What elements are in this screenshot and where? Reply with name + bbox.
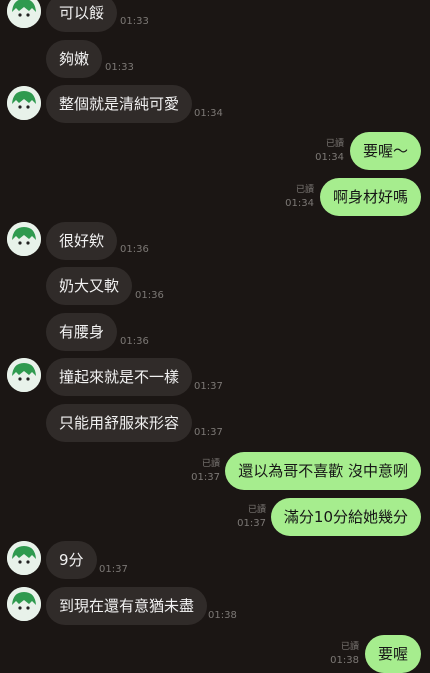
message-bubble[interactable]: 可以餒 (46, 0, 118, 32)
message-time: 01:34 (315, 152, 344, 163)
message-time: 01:37 (237, 518, 266, 529)
message-bubble[interactable]: 要喔 (364, 635, 421, 673)
message-time: 01:38 (330, 655, 359, 666)
avatar[interactable] (7, 86, 41, 120)
message-bubble[interactable]: 滿分10分給她幾分 (270, 498, 421, 536)
message-time: 01:34 (285, 198, 314, 209)
message-time: 01:36 (120, 336, 149, 347)
message-bubble[interactable]: 奶大又軟 (46, 267, 133, 305)
read-receipt: 已讀 (247, 505, 266, 515)
message-time: 01:37 (99, 564, 128, 575)
message-time: 01:38 (208, 610, 237, 621)
message-bubble[interactable]: 撞起來就是不一樣 (46, 358, 193, 396)
green-hair-avatar-icon (7, 86, 41, 120)
message-bubble[interactable]: 夠嫩 (46, 40, 103, 78)
message-bubble[interactable]: 到現在還有意猶未盡 (46, 587, 208, 625)
message-time: 01:37 (194, 427, 223, 438)
message-bubble[interactable]: 要喔～ (349, 132, 421, 170)
message-time: 01:33 (120, 16, 149, 27)
message-time: 01:37 (191, 472, 220, 483)
message-bubble[interactable]: 整個就是清純可愛 (46, 85, 193, 123)
message-time: 01:36 (135, 290, 164, 301)
message-time: 01:33 (105, 62, 134, 73)
avatar[interactable] (7, 358, 41, 392)
message-time: 01:34 (194, 108, 223, 119)
read-receipt: 已讀 (295, 185, 314, 195)
green-hair-avatar-icon (7, 587, 41, 621)
read-receipt: 已讀 (201, 459, 220, 469)
message-bubble[interactable]: 很好欸 (46, 222, 118, 260)
message-bubble[interactable]: 啊身材好嗎 (319, 178, 421, 216)
green-hair-avatar-icon (7, 0, 41, 28)
message-bubble[interactable]: 還以為哥不喜歡 沒中意咧 (225, 452, 421, 490)
message-bubble[interactable]: 9分 (46, 541, 97, 579)
message-bubble[interactable]: 有腰身 (46, 313, 118, 351)
green-hair-avatar-icon (7, 222, 41, 256)
read-receipt: 已讀 (325, 139, 344, 149)
message-time: 01:37 (194, 381, 223, 392)
read-receipt: 已讀 (340, 642, 359, 652)
avatar[interactable] (7, 0, 41, 28)
green-hair-avatar-icon (7, 541, 41, 575)
avatar[interactable] (7, 587, 41, 621)
message-time: 01:36 (120, 244, 149, 255)
avatar[interactable] (7, 222, 41, 256)
green-hair-avatar-icon (7, 358, 41, 392)
avatar[interactable] (7, 541, 41, 575)
message-bubble[interactable]: 只能用舒服來形容 (46, 404, 193, 442)
